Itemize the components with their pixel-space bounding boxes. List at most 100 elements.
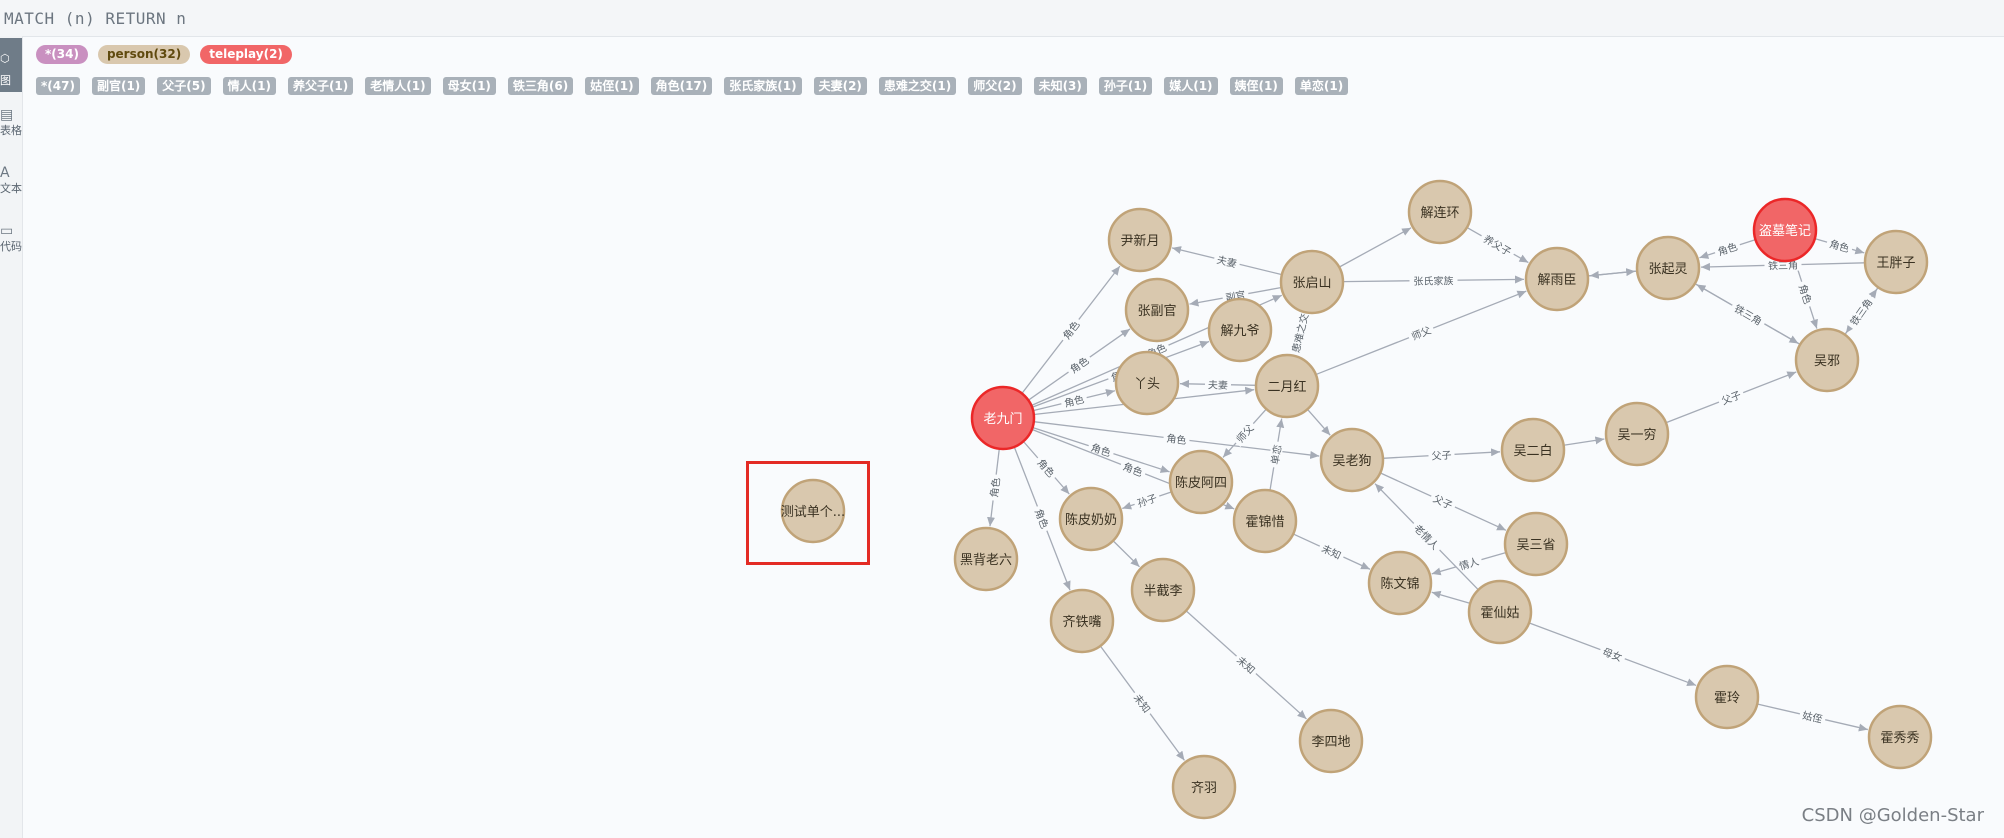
graph-node-qitiezui[interactable]: 齐铁嘴: [1049, 588, 1115, 654]
node-caption: 王胖子: [1876, 256, 1915, 271]
relationship-edge[interactable]: 角色: [1032, 426, 1170, 473]
edge-label: 患难之交: [1289, 312, 1311, 354]
node-caption: 解连环: [1420, 205, 1459, 221]
graph-node-laojiumen[interactable]: 老九门: [970, 385, 1036, 451]
node-caption: 解九爷: [1220, 324, 1259, 339]
relationship-edge[interactable]: 未知: [1185, 610, 1307, 720]
graph-node-lisidi[interactable]: 李四地: [1298, 708, 1364, 774]
graph-node-huojinxi[interactable]: 霍锦惜: [1232, 488, 1298, 554]
graph-node-wuxie[interactable]: 吴邪: [1794, 327, 1860, 393]
edge-line[interactable]: [1306, 408, 1331, 436]
node-caption: 解雨臣: [1537, 273, 1576, 288]
graph-node-zhangfuguan[interactable]: 张副官: [1124, 277, 1190, 343]
graph-node-wuerbai[interactable]: 吴二白: [1500, 417, 1566, 483]
relationship-edge[interactable]: 患难之交: [1288, 308, 1311, 358]
relationship-edge[interactable]: [1306, 408, 1331, 436]
node-caption: 陈文锦: [1380, 576, 1419, 592]
node-caption: 盗墓笔记: [1759, 223, 1811, 239]
node-caption: 齐羽: [1191, 780, 1217, 796]
relationship-edge[interactable]: [1563, 436, 1605, 446]
node-caption: 丫头: [1134, 377, 1160, 392]
node-caption: 吴一穷: [1617, 427, 1656, 443]
node-caption: 齐铁嘴: [1062, 614, 1101, 630]
relationship-edge[interactable]: 情人: [1431, 551, 1507, 576]
graph-node-daomu[interactable]: 盗墓笔记: [1752, 197, 1818, 263]
node-caption: 霍秀秀: [1880, 731, 1919, 746]
relationship-edge[interactable]: 师父: [1222, 408, 1267, 458]
relationship-edge[interactable]: 父子: [1379, 472, 1507, 531]
graph-node-wulaogou[interactable]: 吴老狗: [1319, 427, 1385, 493]
relationship-edge[interactable]: 姑侄: [1757, 703, 1868, 732]
graph-node-wuyiqiong[interactable]: 吴一穷: [1604, 401, 1670, 467]
graph-node-huoxiuxiu[interactable]: 霍秀秀: [1867, 704, 1933, 770]
node-caption: 黑背老六: [960, 553, 1012, 568]
graph-node-jiejiuye[interactable]: 解九爷: [1207, 297, 1273, 363]
graph-node-wusanxing[interactable]: 吴三省: [1503, 511, 1569, 577]
node-layer: 老九门 盗墓笔记尹新月张副官解九爷 张启山 解连环解雨臣 张起灵 王胖子吴邪丫头 二月红吴老…: [780, 179, 1933, 820]
node-caption: 陈皮奶奶: [1065, 512, 1117, 528]
graph-node-chenpiasi[interactable]: 陈皮阿四: [1168, 449, 1234, 515]
edge-line[interactable]: [1338, 227, 1412, 268]
graph-node-eryuehong[interactable]: 二月红: [1254, 353, 1320, 419]
relationship-edge[interactable]: 夫妻: [1179, 378, 1257, 392]
relationship-edge[interactable]: 张氏家族: [1342, 274, 1525, 288]
node-caption: 老九门: [983, 412, 1022, 427]
graph-node-jieyuchen[interactable]: 解雨臣: [1524, 246, 1590, 312]
node-caption: 尹新月: [1120, 233, 1159, 249]
graph-node-chenwenjin[interactable]: 陈文锦: [1367, 550, 1433, 616]
node-caption: 霍锦惜: [1245, 515, 1284, 530]
watermark: CSDN @Golden-Star: [1801, 805, 1984, 826]
graph-canvas[interactable]: 角色角色角色角色角色角色角色角色角色角色角色角色夫妻副官张氏家族患难之交养父子夫…: [0, 0, 2004, 838]
node-caption: 张副官: [1137, 303, 1176, 319]
node-caption: 霍玲: [1714, 691, 1740, 706]
relationship-edge[interactable]: [1112, 540, 1140, 568]
graph-node-banjieli[interactable]: 半截李: [1130, 557, 1196, 623]
graph-node-chenpinainai[interactable]: 陈皮奶奶: [1058, 486, 1124, 552]
relationship-edge[interactable]: 父子: [1665, 371, 1797, 424]
node-caption: 张起灵: [1648, 262, 1687, 277]
graph-node-zhangqishan[interactable]: 张启山: [1279, 249, 1345, 315]
graph-node-qiyu[interactable]: 齐羽: [1171, 754, 1237, 820]
relationship-edge[interactable]: 未知: [1099, 645, 1185, 761]
node-caption: 陈皮阿四: [1175, 475, 1227, 491]
graph-node-jielianhuan[interactable]: 解连环: [1407, 179, 1473, 245]
relationship-edge[interactable]: 角色: [1032, 389, 1116, 412]
relationship-edge[interactable]: 铁三角: [1844, 288, 1878, 336]
relationship-edge[interactable]: [1589, 270, 1638, 279]
node-caption: 吴邪: [1814, 354, 1840, 369]
node-caption: 张启山: [1292, 276, 1331, 291]
graph-node-heibeilaoliu[interactable]: 黑背老六: [953, 526, 1019, 592]
relationship-edge[interactable]: [1431, 590, 1471, 604]
relationship-edge[interactable]: 孙子: [1122, 490, 1172, 511]
node-caption: 李四地: [1311, 735, 1350, 750]
graph-node-yatou[interactable]: 丫头: [1114, 350, 1180, 416]
selection-box: [746, 461, 870, 565]
relationship-edge[interactable]: 父子: [1382, 448, 1501, 463]
node-caption: 吴二白: [1513, 443, 1552, 459]
graph-node-wangpangzi[interactable]: 王胖子: [1863, 229, 1929, 295]
relationship-edge[interactable]: 养父子: [1466, 226, 1529, 264]
node-caption: 霍仙姑: [1480, 606, 1519, 621]
edge-label: 父子: [1431, 450, 1452, 463]
edge-line[interactable]: [1431, 590, 1471, 604]
graph-node-huoling[interactable]: 霍玲: [1694, 664, 1760, 730]
relationship-edge[interactable]: 单恋: [1267, 418, 1285, 491]
relationship-edge[interactable]: 角色: [1814, 236, 1865, 255]
graph-node-zhangqiling[interactable]: 张起灵: [1635, 235, 1701, 301]
edge-line[interactable]: [1589, 270, 1638, 279]
relationship-edge[interactable]: 师父: [1315, 290, 1527, 376]
relationship-edge[interactable]: 铁三角: [1696, 283, 1801, 346]
graph-node-huoxiangu[interactable]: 霍仙姑: [1467, 579, 1533, 645]
relationship-edge[interactable]: [1338, 227, 1412, 268]
relationship-edge[interactable]: 母女: [1528, 622, 1697, 687]
edge-line[interactable]: [1112, 540, 1140, 568]
graph-node-yinxinyue[interactable]: 尹新月: [1107, 207, 1173, 273]
edge-label: 张氏家族: [1413, 274, 1453, 287]
edge-line[interactable]: [1563, 436, 1605, 446]
relationship-edge[interactable]: 夫妻: [1171, 246, 1283, 276]
relationship-edge[interactable]: 角色: [1022, 440, 1070, 495]
relationship-edge[interactable]: 角色: [987, 448, 1003, 527]
node-caption: 二月红: [1267, 379, 1306, 395]
relationship-edge[interactable]: 未知: [1292, 533, 1371, 570]
relationship-edge[interactable]: 角色: [1699, 238, 1756, 259]
